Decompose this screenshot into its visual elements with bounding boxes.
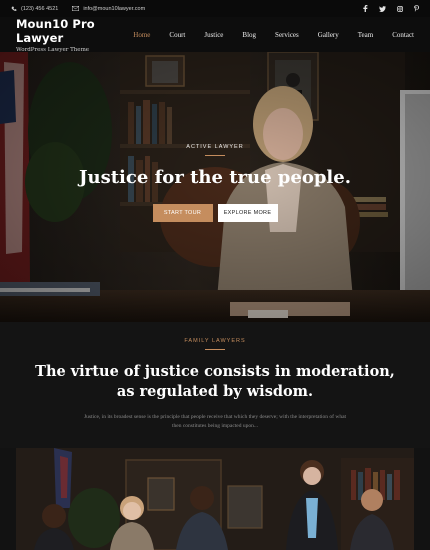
team-group-photo	[16, 448, 414, 550]
instagram-icon[interactable]	[397, 5, 403, 12]
pinterest-icon[interactable]	[414, 5, 419, 12]
section-divider	[205, 349, 225, 350]
phone-contact[interactable]: (123) 456 4521	[11, 6, 58, 12]
nav-gallery[interactable]: Gallery	[318, 31, 339, 39]
section-body: Justice, in its broadest sense is the pr…	[45, 413, 385, 431]
site-title: Moun10 Pro Lawyer	[16, 16, 95, 45]
facebook-icon[interactable]	[363, 5, 368, 12]
hero-title: Justice for the true people.	[79, 167, 351, 188]
email-contact[interactable]: info@moun10lawyer.com	[72, 6, 145, 12]
section-title: The virtue of justice consists in modera…	[0, 362, 430, 402]
envelope-icon	[72, 6, 80, 11]
nav-services[interactable]: Services	[275, 31, 299, 39]
section-title-line-2: as regulated by wisdom.	[116, 383, 314, 400]
start-tour-button[interactable]: START TOUR	[152, 204, 213, 222]
nav-court[interactable]: Court	[169, 31, 185, 39]
hero-divider	[205, 155, 225, 156]
twitter-icon[interactable]	[379, 5, 386, 12]
explore-more-button[interactable]: EXPLORE MORE	[217, 204, 278, 222]
nav-home[interactable]: Home	[133, 31, 150, 39]
nav-team[interactable]: Team	[358, 31, 373, 39]
hero-banner: ACTIVE LAWYER Justice for the true peopl…	[0, 52, 430, 322]
top-info-bar: (123) 456 4521 info@moun10lawyer.com	[0, 0, 430, 17]
section-body-line-1: Justice, in its broadest sense is the pr…	[83, 414, 347, 420]
hero-content: ACTIVE LAWYER Justice for the true peopl…	[0, 144, 430, 222]
section-body-line-2: then constitutes being impacted upon...	[172, 423, 258, 429]
nav-contact[interactable]: Contact	[392, 31, 414, 39]
phone-icon	[11, 6, 17, 11]
social-links	[352, 5, 419, 12]
section-title-line-1: The virtue of justice consists in modera…	[35, 363, 395, 380]
nav-blog[interactable]: Blog	[242, 31, 256, 39]
site-header: Moun10 Pro Lawyer WordPress Lawyer Theme…	[0, 17, 430, 53]
section-kicker: FAMILY LAWYERS	[184, 338, 246, 344]
email-address: info@moun10lawyer.com	[83, 5, 146, 12]
team-photo	[16, 448, 414, 550]
intro-section: FAMILY LAWYERS The virtue of justice con…	[0, 322, 430, 448]
hero-buttons: START TOUR EXPLORE MORE	[0, 204, 430, 222]
hero-kicker: ACTIVE LAWYER	[186, 144, 244, 150]
site-logo[interactable]: Moun10 Pro Lawyer WordPress Lawyer Theme	[16, 17, 114, 53]
main-nav: Home Court Justice Blog Services Gallery…	[114, 31, 414, 39]
nav-justice[interactable]: Justice	[204, 31, 223, 39]
phone-number: (123) 456 4521	[21, 5, 59, 12]
